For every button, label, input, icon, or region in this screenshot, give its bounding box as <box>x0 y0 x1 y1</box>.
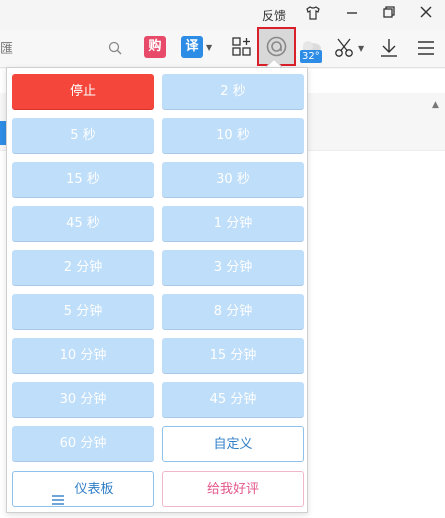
scroll-up-icon[interactable]: ▲ <box>432 100 439 110</box>
menu-icon[interactable] <box>415 37 437 59</box>
interval-button[interactable]: 30 分钟 <box>12 382 154 417</box>
interval-button[interactable]: 3 分钟 <box>162 250 304 285</box>
interval-button[interactable]: 5 秒 <box>12 118 154 153</box>
title-bar: 反馈 <box>0 0 445 30</box>
custom-interval-button[interactable]: 自定义 <box>162 426 304 462</box>
apps-icon[interactable] <box>231 36 253 58</box>
auto-refresh-popup: 停止 2 秒 5 秒 10 秒 15 秒 30 秒 45 秒 1 分钟 2 分钟… <box>6 67 308 513</box>
interval-button[interactable]: 2 秒 <box>162 74 304 109</box>
interval-button[interactable]: 1 分钟 <box>162 206 304 241</box>
interval-button[interactable]: 60 分钟 <box>12 426 154 461</box>
interval-button[interactable]: 15 秒 <box>12 162 154 197</box>
interval-button[interactable]: 2 分钟 <box>12 250 154 285</box>
list-icon <box>52 484 65 505</box>
minimize-icon[interactable] <box>342 5 362 25</box>
interval-button[interactable]: 30 秒 <box>162 162 304 197</box>
rate-us-button[interactable]: 给我好评 <box>162 471 304 507</box>
feedback-link[interactable]: 反馈 <box>262 7 286 24</box>
chevron-down-icon[interactable]: ▼ <box>206 43 212 52</box>
restore-icon[interactable] <box>379 5 399 25</box>
dashboard-button[interactable]: 仪表板 <box>12 471 154 507</box>
close-icon[interactable] <box>416 5 436 25</box>
browser-window: 反馈 匯 购 译 ▼ ▲ 32° ▼ 停止 2 秒 5 秒 10 秒 15 秒 … <box>0 0 445 518</box>
interval-button[interactable]: 5 分钟 <box>12 294 154 329</box>
interval-button[interactable]: 10 秒 <box>162 118 304 153</box>
chevron-down-icon[interactable]: ▼ <box>358 44 364 53</box>
address-bar[interactable]: 匯 <box>0 38 13 57</box>
shopping-button[interactable]: 购 <box>144 36 166 58</box>
stop-button[interactable]: 停止 <box>12 74 154 109</box>
interval-button[interactable]: 45 分钟 <box>162 382 304 417</box>
interval-button[interactable]: 15 分钟 <box>162 338 304 373</box>
download-icon[interactable] <box>378 37 400 59</box>
translate-button[interactable]: 译 <box>181 36 203 58</box>
search-icon[interactable] <box>107 40 123 56</box>
dashboard-label: 仪表板 <box>74 482 114 497</box>
shirt-icon[interactable] <box>303 5 323 25</box>
interval-button[interactable]: 45 秒 <box>12 206 154 241</box>
weather-temperature[interactable]: 32° <box>300 50 322 63</box>
scissors-icon[interactable] <box>334 37 356 59</box>
interval-button[interactable]: 8 分钟 <box>162 294 304 329</box>
interval-button[interactable]: 10 分钟 <box>12 338 154 373</box>
